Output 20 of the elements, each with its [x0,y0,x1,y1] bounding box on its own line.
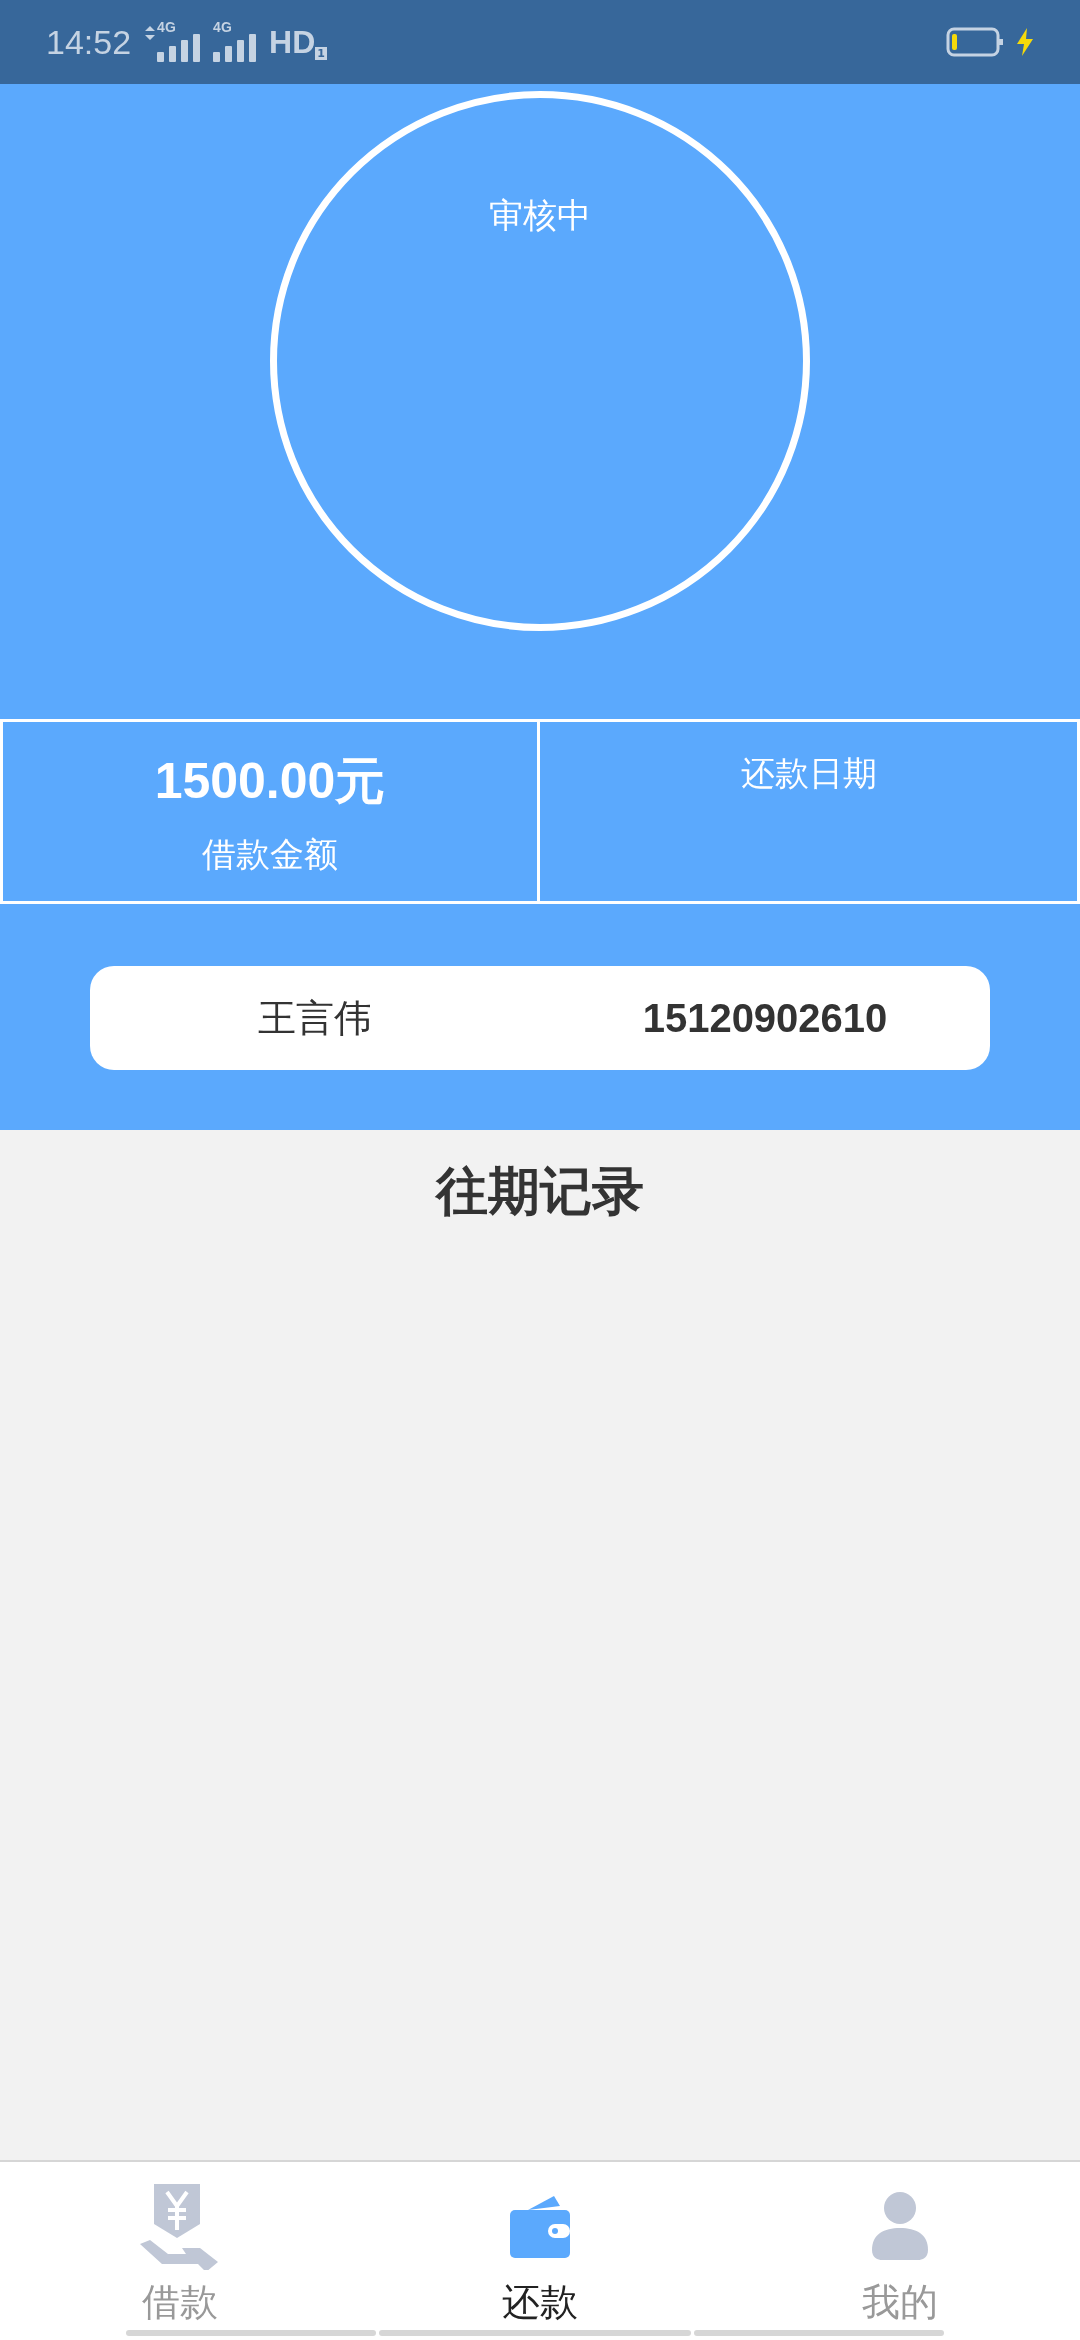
section-title: 往期记录 [436,1160,644,1223]
signal-icon [213,34,258,62]
network-type: 4G [213,20,232,34]
summary-label: 还款日期 [740,752,877,795]
hand-coin-icon [140,2182,220,2272]
battery-icon [946,27,1004,57]
sim-badge: 1 [315,47,327,60]
phone-number: 15120902610 [641,995,889,1042]
data-arrows-icon [145,26,156,40]
tab[interactable]: 借款 [0,2162,360,2340]
loan-amount: 1500.00元 [154,752,386,811]
tab[interactable]: 我的 [720,2162,1080,2340]
signal-icon [157,34,202,62]
charging-icon [1016,28,1034,56]
clock: 14:52 [46,21,132,63]
network-type: 4G [157,20,176,34]
borrower-name: 王言伟 [257,994,373,1042]
summary-label: 借款金额 [202,833,338,876]
hd-indicator: HD [269,23,316,62]
status-text: 审核中 [489,194,591,237]
